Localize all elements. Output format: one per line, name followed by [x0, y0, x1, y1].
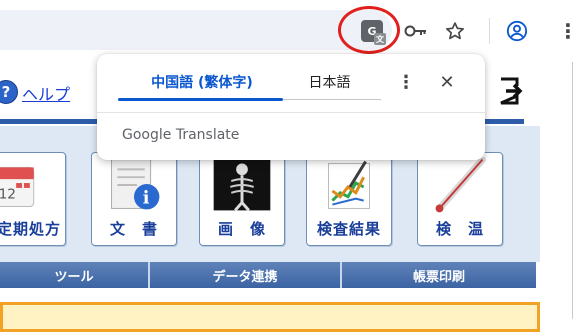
toolbar-separator — [489, 18, 490, 44]
exit-icon — [500, 77, 523, 105]
tab-data-link[interactable]: データ連携 — [150, 262, 342, 288]
browser-toolbar: G文 ⋮ — [0, 0, 586, 62]
thermometer-icon — [435, 157, 486, 213]
translate-button[interactable]: G文 — [356, 15, 388, 47]
google-translate-icon: G文 — [361, 20, 386, 45]
tile-prescription[interactable]: 12 定期処方 — [0, 152, 66, 246]
notice-box — [0, 302, 540, 332]
tab-form-print[interactable]: 帳票印刷 — [342, 262, 536, 288]
tile-label: 画 像 — [217, 220, 266, 238]
logout-button[interactable] — [497, 76, 523, 106]
tab-target-language[interactable]: 日本語 — [277, 72, 382, 92]
tab-tools[interactable]: ツール — [0, 262, 150, 288]
close-icon: ✕ — [439, 71, 455, 93]
browser-menu-button[interactable]: ⋮ — [552, 15, 584, 47]
more-vert-icon: ⋮ — [397, 71, 415, 93]
key-icon — [404, 25, 426, 37]
tab-source-language[interactable]: 中国語 (繁体字) — [127, 72, 277, 92]
star-icon — [446, 22, 464, 40]
tile-test-results[interactable]: 検査結果 — [306, 152, 392, 246]
tile-label: 文 書 — [109, 220, 158, 238]
translate-popup: 中国語 (繁体字) 日本語 ⋮ ✕ Google Translate — [97, 54, 485, 160]
document-icon: i — [111, 159, 160, 210]
account-icon — [506, 20, 528, 42]
tile-label: 検 温 — [435, 220, 484, 238]
tab-underline — [283, 99, 381, 100]
help-link[interactable]: ヘルプ — [22, 81, 70, 105]
tile-documents[interactable]: i 文 書 — [91, 152, 177, 246]
tile-temperature[interactable]: 検 温 — [417, 152, 503, 246]
address-bar[interactable] — [0, 10, 392, 50]
chart-icon — [328, 160, 370, 209]
google-translate-brand: Google Translate — [122, 127, 240, 143]
function-tabs: ツール データ連携 帳票印刷 — [0, 262, 536, 288]
help-icon[interactable]: ? — [0, 80, 18, 104]
tile-label: 定期処方 — [0, 220, 61, 238]
bookmark-star-button[interactable] — [439, 15, 471, 47]
tile-label: 検査結果 — [316, 220, 381, 238]
active-tab-indicator — [118, 98, 283, 101]
svg-text:12: 12 — [0, 187, 16, 203]
popup-close-button[interactable]: ✕ — [433, 68, 461, 96]
xray-icon — [213, 159, 271, 212]
page-edge — [572, 62, 573, 319]
popup-divider — [97, 112, 485, 113]
more-vert-icon: ⋮ — [558, 19, 578, 43]
calendar-icon: 12 — [0, 166, 35, 207]
password-key-button[interactable] — [400, 15, 432, 47]
svg-text:i: i — [143, 188, 150, 209]
tile-images[interactable]: 画 像 — [199, 152, 285, 246]
popup-more-button[interactable]: ⋮ — [392, 68, 420, 96]
profile-button[interactable] — [501, 15, 533, 47]
